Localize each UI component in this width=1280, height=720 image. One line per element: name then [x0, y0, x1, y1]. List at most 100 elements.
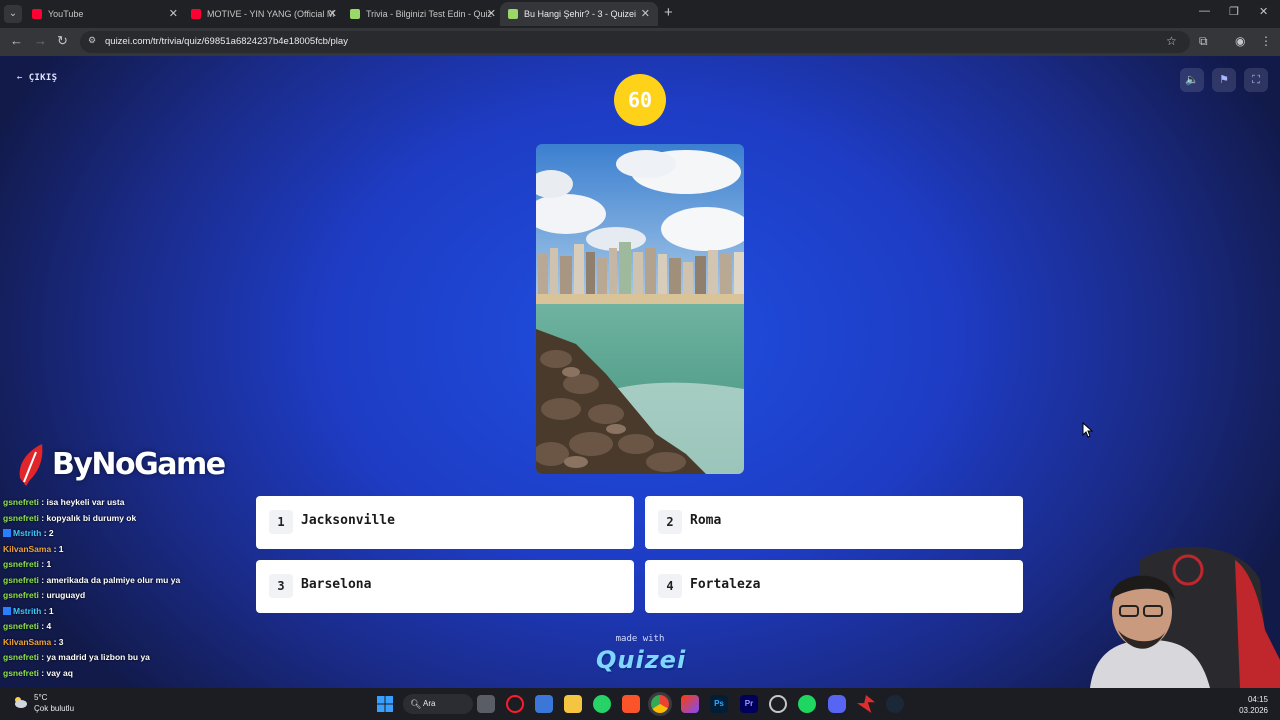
quizei-icon [350, 9, 360, 19]
answer-option-1[interactable]: 1 Jacksonville [256, 496, 634, 549]
clock-date: 03.2026 [1239, 706, 1268, 715]
youtube-icon [32, 9, 42, 19]
fullscreen-icon[interactable]: ⛶ [1244, 68, 1268, 92]
answer-text: Barselona [301, 577, 372, 592]
answer-number: 3 [269, 574, 293, 598]
browser-tab[interactable]: Trivia - Bilginizi Test Edin - Quiz ✕ [350, 2, 496, 26]
tab-title: MOTIVE - YIN YANG (Official M [207, 9, 335, 19]
exit-label: ÇIKIŞ [28, 73, 58, 83]
browser-tab[interactable]: MOTIVE - YIN YANG (Official M ✕ [191, 2, 337, 26]
chat-message: KilvanSama : 3 [3, 636, 64, 647]
question-image [536, 144, 744, 474]
bynogame-logo: ByNoGame [16, 442, 226, 488]
photoshop-icon[interactable]: Ps [710, 695, 728, 713]
chat-text: 1 [46, 559, 52, 569]
chat-user: gsnefreti [3, 590, 39, 600]
back-icon[interactable]: ← [10, 33, 23, 48]
chrome-icon[interactable] [651, 695, 669, 713]
opera-gx-icon[interactable] [506, 695, 524, 713]
reload-icon[interactable]: ↻ [57, 33, 68, 49]
chat-text: uruguayd [46, 590, 86, 600]
browser-tab[interactable]: YouTube ✕ [32, 2, 178, 26]
chat-message: gsnefreti : ya madrid ya lizbon bu ya [3, 652, 150, 662]
chat-user: Mstrith [13, 605, 42, 616]
windows-start-icon[interactable] [376, 695, 394, 713]
quizei-logo[interactable]: Quizei [596, 646, 685, 674]
search-label: Ara [423, 699, 436, 708]
chat-user: gsnefreti [3, 512, 39, 523]
chat-text: isa heykeli var usta [46, 497, 125, 507]
store-icon[interactable] [535, 695, 553, 713]
answer-number: 1 [269, 510, 293, 534]
spotify-icon[interactable] [798, 695, 816, 713]
chat-user: gsnefreti [3, 667, 39, 678]
forward-icon[interactable]: → [34, 33, 47, 48]
chat-text: 1 [58, 543, 64, 554]
chat-message: gsnefreti : uruguayd [3, 590, 86, 600]
temperature: 5°C [34, 693, 48, 702]
tab-search-button[interactable]: ⌄ [4, 5, 22, 23]
close-window-icon[interactable]: ✕ [1259, 5, 1268, 18]
url-text: quizei.com/tr/trivia/quiz/69851a6824237b… [105, 36, 348, 47]
file-explorer-icon[interactable] [564, 695, 582, 713]
whatsapp-icon[interactable] [593, 695, 611, 713]
steam-icon[interactable] [886, 695, 904, 713]
chat-message: gsnefreti : vay aq [3, 667, 73, 678]
premiere-icon[interactable]: Pr [740, 695, 758, 713]
feather-logo-icon [19, 444, 43, 486]
answer-option-2[interactable]: 2 Roma [645, 496, 1023, 549]
task-view-icon[interactable] [477, 695, 495, 713]
chat-user: KilvanSama [3, 636, 52, 647]
answer-option-4[interactable]: 4 Fortaleza [645, 560, 1023, 613]
chat-user: gsnefreti [3, 574, 39, 585]
sound-icon[interactable]: 🔈 [1180, 68, 1204, 92]
close-icon[interactable]: ✕ [487, 2, 496, 26]
answer-number: 4 [658, 574, 682, 598]
minimize-icon[interactable]: — [1199, 5, 1210, 17]
answer-option-3[interactable]: 3 Barselona [256, 560, 634, 613]
address-bar[interactable]: ⚙ quizei.com/tr/trivia/quiz/69851a682423… [80, 31, 1190, 53]
answer-number: 2 [658, 510, 682, 534]
chat-user: gsnefreti [3, 559, 39, 569]
tab-title: YouTube [48, 9, 84, 19]
answer-text: Fortaleza [690, 577, 761, 592]
logo-text: ByNoGame [52, 447, 226, 482]
discord-icon[interactable] [828, 695, 846, 713]
timer-badge: 60 [614, 74, 666, 126]
obs-icon[interactable] [769, 695, 787, 713]
youtube-icon [191, 9, 201, 19]
stream-chat: gsnefreti : isa heykeli var usta gsnefre… [3, 497, 243, 683]
extensions-icon[interactable]: ⧉ [1199, 34, 1208, 49]
close-icon[interactable]: ✕ [169, 2, 178, 26]
chat-message: KilvanSama : 1 [3, 543, 64, 554]
taskbar-search[interactable]: 🔍︎ Ara [403, 694, 473, 714]
chat-message: gsnefreti : amerikada da palmiye olur mu… [3, 574, 181, 585]
chat-message: Mstrith : 2 [3, 528, 243, 544]
chat-text: 2 [48, 528, 54, 538]
tab-title: Trivia - Bilginizi Test Edin - Quiz [366, 9, 493, 19]
figma-icon[interactable] [681, 695, 699, 713]
menu-icon[interactable]: ⋮ [1260, 34, 1272, 48]
browser-tab-active[interactable]: Bu Hangi Şehir? - 3 - Quizei ✕ [500, 2, 658, 26]
chat-text: amerikada da palmiye olur mu ya [46, 574, 181, 585]
restore-icon[interactable]: ❐ [1229, 5, 1239, 18]
system-clock[interactable]: 04:15 03.2026 [1239, 694, 1268, 716]
flag-icon[interactable]: ⚑ [1212, 68, 1236, 92]
badge-icon [3, 606, 11, 615]
brave-icon[interactable] [622, 695, 640, 713]
chat-user: KilvanSama [3, 543, 52, 554]
chat-message: gsnefreti : 1 [3, 559, 52, 569]
close-icon[interactable]: ✕ [328, 2, 337, 26]
quizei-icon [508, 9, 518, 19]
bookmark-star-icon[interactable]: ☆ [1166, 34, 1177, 48]
chat-user: gsnefreti [3, 652, 39, 662]
tab-title: Bu Hangi Şehir? - 3 - Quizei [524, 9, 637, 19]
close-icon[interactable]: ✕ [641, 2, 650, 26]
profile-icon[interactable]: ◉ [1235, 34, 1245, 48]
weather-condition: Çok bulutlu [34, 704, 75, 713]
app-icon[interactable] [857, 695, 875, 713]
clock-time: 04:15 [1247, 695, 1268, 704]
site-info-icon[interactable]: ⚙ [88, 35, 100, 47]
new-tab-button[interactable]: + [664, 4, 673, 21]
exit-button[interactable]: ← ÇIKIŞ [17, 73, 57, 83]
